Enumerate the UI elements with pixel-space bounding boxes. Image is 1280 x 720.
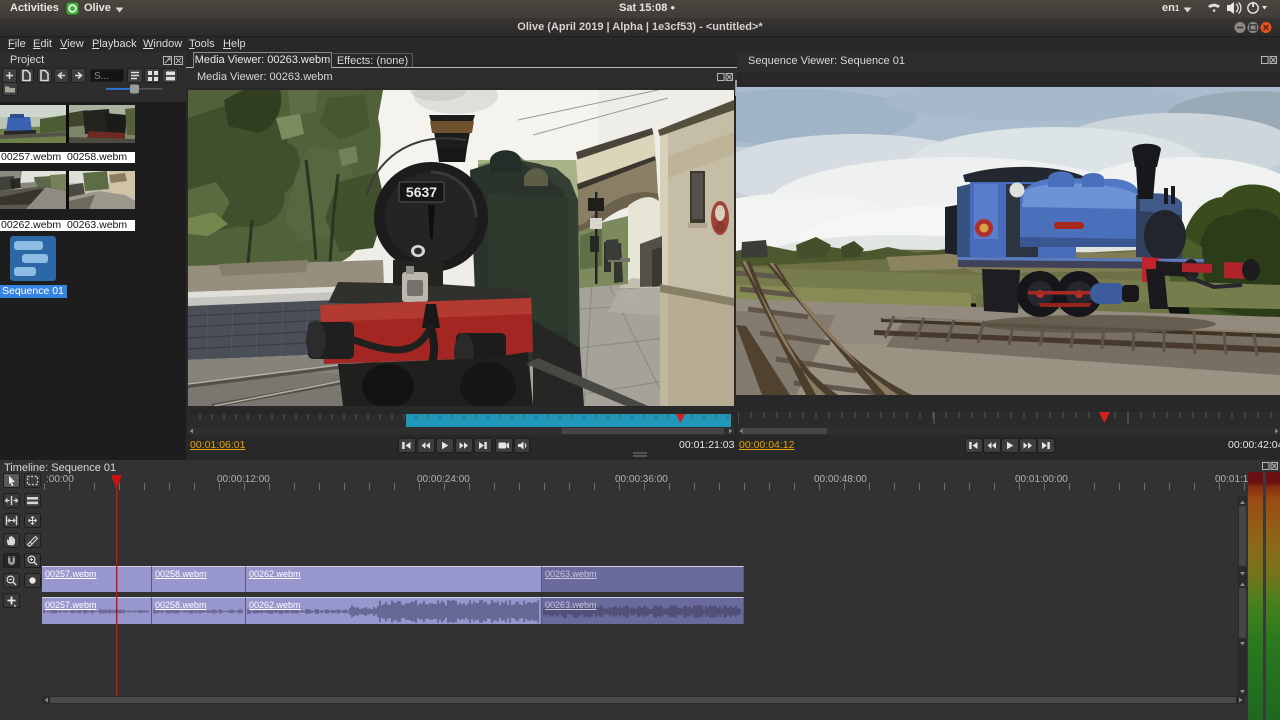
svg-text:5637: 5637	[406, 184, 437, 200]
svg-text:S...: S...	[94, 71, 109, 82]
